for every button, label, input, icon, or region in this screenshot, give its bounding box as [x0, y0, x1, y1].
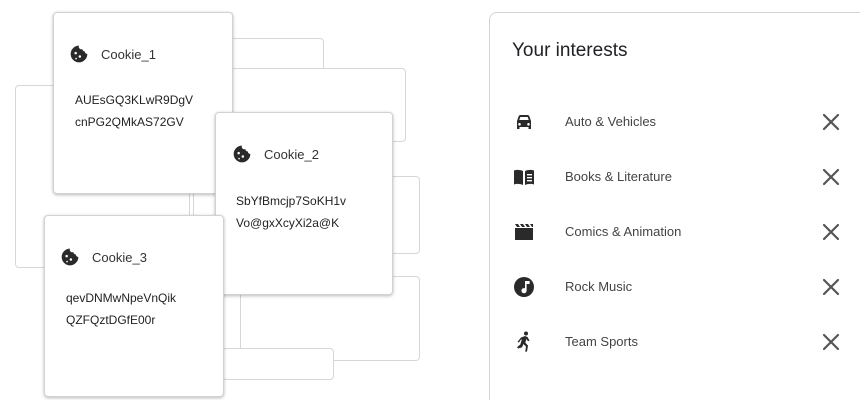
remove-interest-button[interactable] [820, 331, 842, 353]
interest-item-rock-music: Rock Music [490, 267, 860, 307]
cookie-value-line: SbYfBmcjp7SoKH1v [236, 194, 347, 208]
cookie-icon [70, 45, 88, 63]
close-icon [822, 113, 840, 131]
interest-item-team-sports: Team Sports [490, 322, 860, 362]
remove-interest-button[interactable] [820, 221, 842, 243]
interest-label: Comics & Animation [565, 224, 682, 239]
cookie-card: Cookie_1 AUEsGQ3KLwR9DgV cnPG2QMkAS72GV [53, 12, 233, 194]
cookie-card: Cookie_3 qevDNMwNpeVnQik QZFQztDGfE00r [44, 215, 224, 397]
close-icon [822, 223, 840, 241]
cookie-value-line: cnPG2QMkAS72GV [75, 115, 184, 129]
clapperboard-icon [515, 224, 533, 240]
interest-label: Books & Literature [565, 169, 672, 184]
cookie-value-line: QZFQztDGfE00r [66, 313, 156, 327]
cookie-card-header: Cookie_3 [60, 247, 147, 267]
cookie-card-header: Cookie_1 [69, 44, 156, 64]
book-icon [514, 169, 534, 185]
cookie-title: Cookie_1 [101, 46, 156, 62]
interest-label: Rock Music [565, 279, 633, 294]
interest-item-auto-vehicles: Auto & Vehicles [490, 102, 860, 142]
interests-panel: Your interests Auto & Vehicles Books & L… [489, 12, 860, 400]
cookie-title: Cookie_2 [264, 146, 319, 162]
cookie-title: Cookie_3 [92, 249, 147, 265]
remove-interest-button[interactable] [820, 111, 842, 133]
cookie-value: SbYfBmcjp7SoKH1v Vo@gxXcyXi2a@K [236, 190, 346, 234]
cookie-value-line: Vo@gxXcyXi2a@K [236, 216, 340, 230]
panel-title: Your interests [512, 40, 628, 61]
remove-interest-button[interactable] [820, 276, 842, 298]
sports-icon [517, 331, 530, 352]
cookie-icon [61, 248, 79, 266]
interest-label: Auto & Vehicles [565, 114, 657, 129]
interest-label: Team Sports [565, 334, 638, 349]
background-card [222, 348, 334, 380]
interest-item-comics-animation: Comics & Animation [490, 212, 860, 252]
cookie-icon [233, 145, 251, 163]
close-icon [822, 278, 840, 296]
cookie-card-header: Cookie_2 [232, 144, 319, 164]
close-icon [822, 333, 840, 351]
car-icon [517, 115, 531, 129]
cookie-value-line: AUEsGQ3KLwR9DgV [75, 93, 194, 107]
music-note-icon [514, 277, 534, 297]
cookie-card: Cookie_2 SbYfBmcjp7SoKH1v Vo@gxXcyXi2a@K [215, 112, 393, 295]
interest-item-books-literature: Books & Literature [490, 157, 860, 197]
cookie-value: AUEsGQ3KLwR9DgV cnPG2QMkAS72GV [75, 89, 193, 133]
close-icon [822, 168, 840, 186]
cookie-value: qevDNMwNpeVnQik QZFQztDGfE00r [66, 287, 176, 331]
remove-interest-button[interactable] [820, 166, 842, 188]
cookie-value-line: qevDNMwNpeVnQik [66, 291, 177, 305]
